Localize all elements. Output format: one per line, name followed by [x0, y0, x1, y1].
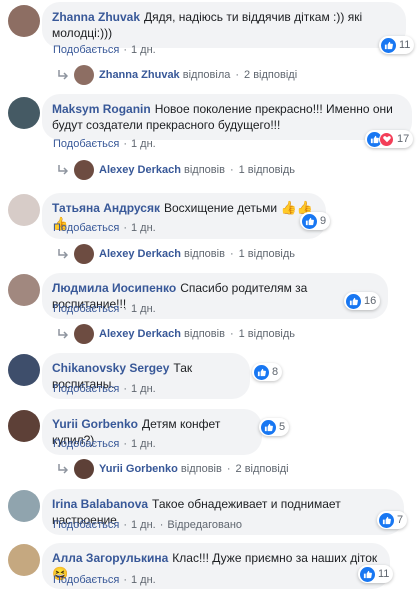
avatar[interactable]	[8, 194, 40, 226]
reply-count[interactable]: 1 відповідь	[239, 328, 295, 340]
reply-author[interactable]: Alexey Derkach	[99, 164, 181, 176]
edited-label[interactable]: Відредаговано	[167, 519, 242, 531]
like-link[interactable]: Подобається	[53, 222, 119, 234]
reply-author[interactable]: Alexey Derkach	[99, 328, 181, 340]
comment-time[interactable]: 1 дн.	[131, 222, 156, 234]
reaction-count: 16	[364, 295, 377, 307]
reply-count[interactable]: 1 відповідь	[239, 248, 295, 260]
avatar[interactable]	[8, 490, 40, 522]
reaction-badge[interactable]: 8	[252, 363, 283, 381]
like-link[interactable]: Подобається	[53, 383, 119, 395]
avatar[interactable]	[8, 5, 40, 37]
love-reaction-icon	[379, 131, 394, 147]
comment-author[interactable]: Людмила Иосипенко	[52, 281, 176, 295]
comment-text: Восхищение детьми	[163, 201, 278, 215]
reply-author[interactable]: Alexey Derkach	[99, 248, 181, 260]
comment-actions: Подобається · 1 дн.	[53, 438, 156, 450]
comment-time[interactable]: 1 дн.	[131, 138, 156, 150]
like-reaction-icon	[254, 364, 269, 380]
replies-summary[interactable]: Alexey Derkach відповів · 1 відповідь	[58, 244, 295, 264]
reaction-count: 8	[272, 366, 279, 378]
reply-arrow-icon	[58, 165, 68, 175]
reaction-count: 17	[397, 133, 410, 145]
comment-time[interactable]: 1 дн.	[131, 574, 156, 586]
reaction-badge[interactable]: 17	[365, 130, 414, 148]
reaction-badge[interactable]: 7	[377, 511, 408, 529]
like-link[interactable]: Подобається	[53, 303, 119, 315]
avatar[interactable]	[8, 274, 40, 306]
like-link[interactable]: Подобається	[53, 138, 119, 150]
comment-bubble: Maksym Roganin Новое поколение прекрасно!…	[42, 94, 412, 140]
comment-actions: Подобається · 1 дн.	[53, 574, 156, 586]
like-link[interactable]: Подобається	[53, 574, 119, 586]
comment-author[interactable]: Алла Загорулькина	[52, 551, 168, 565]
avatar	[74, 459, 94, 479]
reaction-count: 9	[320, 215, 327, 227]
like-reaction-icon	[346, 293, 361, 309]
avatar	[74, 160, 94, 180]
avatar[interactable]	[8, 544, 40, 576]
reply-count[interactable]: 1 відповідь	[239, 164, 295, 176]
like-reaction-icon	[379, 512, 394, 528]
reply-arrow-icon	[58, 464, 68, 474]
comment-actions: Подобається · 1 дн. · Відредаговано	[53, 519, 243, 531]
reply-author[interactable]: Zhanna Zhuvak	[99, 69, 180, 81]
like-reaction-icon	[302, 213, 317, 229]
comment-author[interactable]: Maksym Roganin	[52, 102, 151, 116]
avatar	[74, 244, 94, 264]
like-reaction-icon	[261, 419, 276, 435]
reaction-badge[interactable]: 16	[344, 292, 381, 310]
reply-arrow-icon	[58, 70, 68, 80]
avatar[interactable]	[8, 354, 40, 386]
replies-summary[interactable]: Alexey Derkach відповів · 1 відповідь	[58, 324, 295, 344]
comment-time[interactable]: 1 дн.	[131, 383, 156, 395]
reaction-badge[interactable]: 5	[259, 418, 290, 436]
comment-author[interactable]: Zhanna Zhuvak	[52, 10, 140, 24]
like-reaction-icon	[360, 566, 375, 582]
comment-actions: Подобається · 1 дн.	[53, 383, 156, 395]
avatar	[74, 324, 94, 344]
reaction-count: 11	[399, 39, 411, 51]
replies-summary[interactable]: Alexey Derkach відповів · 1 відповідь	[58, 160, 295, 180]
comment-time[interactable]: 1 дн.	[131, 519, 156, 531]
reaction-count: 7	[397, 514, 404, 526]
comment-author[interactable]: Chikanovsky Sergey	[52, 361, 169, 375]
like-link[interactable]: Подобається	[53, 519, 119, 531]
comment-actions: Подобається · 1 дн.	[53, 44, 156, 56]
reply-count[interactable]: 2 відповіді	[236, 463, 289, 475]
comment-author[interactable]: Irina Balabanova	[52, 497, 148, 511]
avatar[interactable]	[8, 97, 40, 129]
comment-bubble: Zhanna Zhuvak Дядя, надіюсь ти віддячив д…	[42, 2, 406, 48]
comment-actions: Подобається · 1 дн.	[53, 138, 156, 150]
comment-author[interactable]: Yurii Gorbenko	[52, 417, 138, 431]
comment-actions: Подобається · 1 дн.	[53, 303, 156, 315]
reply-arrow-icon	[58, 249, 68, 259]
reaction-badge[interactable]: 11	[358, 565, 394, 583]
reply-count[interactable]: 2 відповіді	[244, 69, 297, 81]
like-link[interactable]: Подобається	[53, 44, 119, 56]
like-reaction-icon	[381, 37, 396, 53]
reply-arrow-icon	[58, 329, 68, 339]
comment-text: Клас!!! Дуже приємно за наших діток	[172, 551, 378, 565]
reply-author[interactable]: Yurii Gorbenko	[99, 463, 178, 475]
comment-time[interactable]: 1 дн.	[131, 303, 156, 315]
like-link[interactable]: Подобається	[53, 438, 119, 450]
replies-summary[interactable]: Zhanna Zhuvak відповіла · 2 відповіді	[58, 65, 297, 85]
reaction-badge[interactable]: 9	[300, 212, 331, 230]
reaction-badge[interactable]: 11	[379, 36, 415, 54]
reaction-count: 11	[378, 568, 390, 580]
comment-time[interactable]: 1 дн.	[131, 438, 156, 450]
comment-time[interactable]: 1 дн.	[131, 44, 156, 56]
avatar[interactable]	[8, 410, 40, 442]
reaction-count: 5	[279, 421, 286, 433]
comment-actions: Подобається · 1 дн.	[53, 222, 156, 234]
comment-author[interactable]: Татьяна Андрусяк	[52, 201, 160, 215]
avatar	[74, 65, 94, 85]
replies-summary[interactable]: Yurii Gorbenko відповів · 2 відповіді	[58, 459, 289, 479]
